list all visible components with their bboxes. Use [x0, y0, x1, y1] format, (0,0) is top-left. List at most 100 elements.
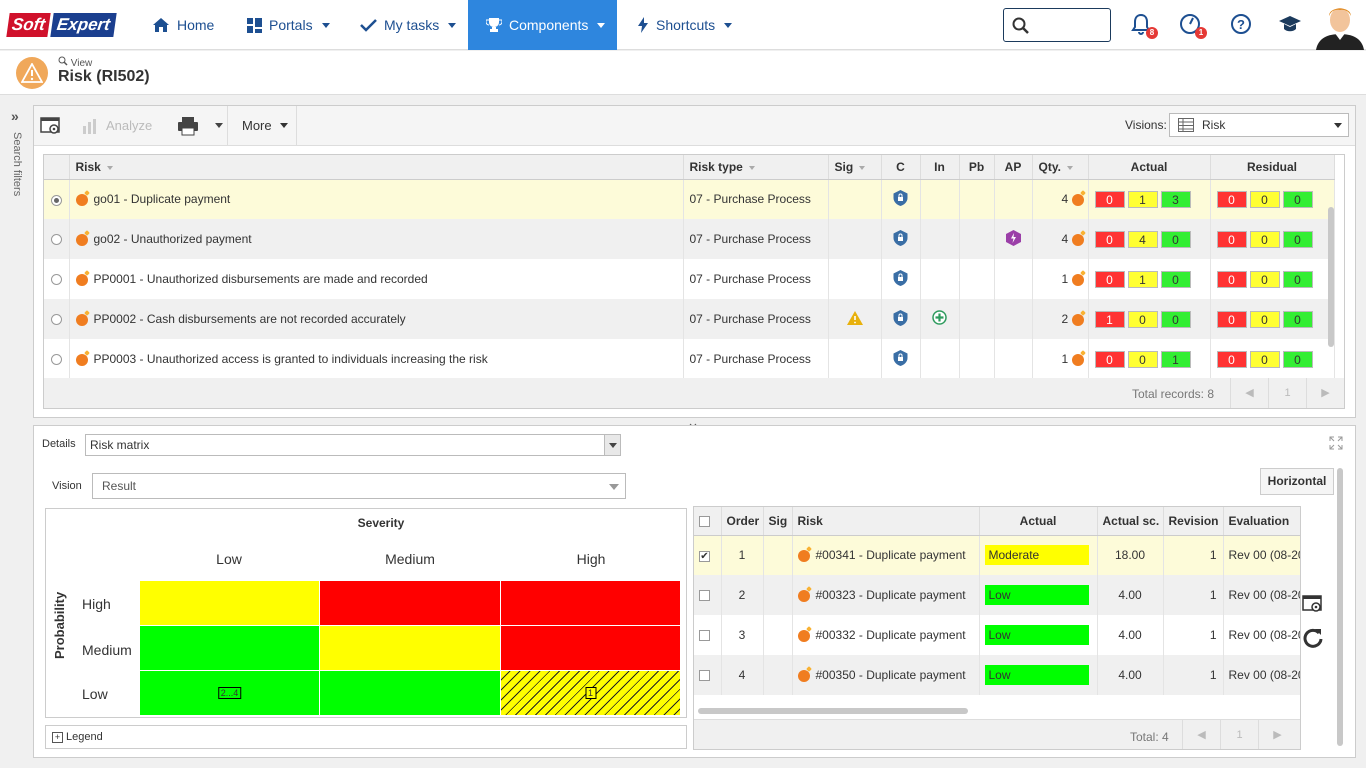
column-header-risk-type[interactable]: Risk type: [683, 155, 829, 180]
vision-select[interactable]: Result: [92, 473, 626, 499]
row-checkbox[interactable]: [699, 590, 710, 602]
visions-select[interactable]: Risk: [1169, 113, 1349, 137]
risk-cell[interactable]: #00323 - Duplicate payment: [792, 575, 980, 615]
row-radio[interactable]: [50, 194, 62, 206]
table-row[interactable]: 3 #00332 - Duplicate payment Low 4.00 1 …: [694, 615, 1300, 655]
table-row[interactable]: PP0002 - Cash disbursements are not reco…: [44, 299, 1335, 339]
row-checkbox-cell[interactable]: [694, 615, 722, 655]
column-header-c[interactable]: C: [881, 155, 921, 180]
analyze-button[interactable]: Analyze: [82, 106, 152, 145]
column-header-in[interactable]: In: [920, 155, 960, 180]
row-checkbox-cell[interactable]: [694, 575, 722, 615]
column-header-actual-score[interactable]: Actual sc.: [1097, 507, 1164, 536]
matrix-cell-high-high[interactable]: [500, 580, 681, 626]
matrix-cell-low-low[interactable]: 2...4: [139, 670, 320, 716]
column-header-pb[interactable]: Pb: [959, 155, 995, 180]
row-radio[interactable]: [50, 314, 62, 326]
column-header-actual[interactable]: Actual: [979, 507, 1098, 536]
row-select-cell[interactable]: [44, 339, 70, 379]
legend-toggle[interactable]: + Legend: [45, 725, 687, 749]
select-all-checkbox[interactable]: [699, 516, 710, 528]
help-button[interactable]: ?: [1229, 12, 1255, 38]
column-header-sig[interactable]: Sig: [828, 155, 882, 180]
risk-cell[interactable]: PP0002 - Cash disbursements are not reco…: [69, 299, 684, 339]
print-dropdown-icon[interactable]: [215, 123, 223, 128]
more-button[interactable]: More: [242, 106, 288, 145]
softexpert-logo[interactable]: Soft Expert: [6, 13, 124, 37]
matrix-count-tag[interactable]: 2...4: [217, 687, 242, 699]
table-row[interactable]: 2 #00323 - Duplicate payment Low 4.00 1 …: [694, 575, 1300, 615]
view-record-button[interactable]: [40, 106, 62, 145]
horizontal-button[interactable]: Horizontal: [1260, 468, 1334, 495]
column-header-order[interactable]: Order: [721, 507, 764, 536]
row-checkbox-cell[interactable]: ✔: [694, 535, 722, 575]
row-select-cell[interactable]: [44, 179, 70, 219]
details-scrollbar[interactable]: [1337, 468, 1343, 746]
print-button[interactable]: [177, 106, 223, 145]
next-page-button[interactable]: ▶: [1306, 378, 1344, 408]
matrix-cell-medium-low[interactable]: [139, 625, 320, 671]
row-select-cell[interactable]: [44, 299, 70, 339]
prev-page-button[interactable]: ◀: [1230, 378, 1268, 408]
column-header-residual[interactable]: Residual: [1210, 155, 1335, 180]
row-radio[interactable]: [50, 354, 62, 366]
learning-button[interactable]: [1278, 12, 1304, 38]
expand-sidebar-icon[interactable]: »: [11, 108, 19, 124]
nav-my-tasks[interactable]: My tasks: [360, 0, 457, 50]
column-header-sig[interactable]: Sig: [763, 507, 793, 536]
column-header-evaluation[interactable]: Evaluation: [1223, 507, 1300, 536]
dropdown-arrow-icon[interactable]: [604, 435, 620, 455]
panel-splitter[interactable]: [678, 418, 708, 428]
nav-home[interactable]: Home: [152, 0, 214, 50]
refresh-button[interactable]: [1302, 627, 1332, 652]
page-number[interactable]: 1: [1220, 720, 1258, 749]
matrix-cell-low-high[interactable]: 1: [500, 670, 681, 716]
column-header-qty[interactable]: Qty.: [1032, 155, 1089, 180]
row-checkbox[interactable]: [699, 670, 710, 682]
table-row[interactable]: 4 #00350 - Duplicate payment Low 4.00 1 …: [694, 655, 1300, 695]
notifications-button[interactable]: 8: [1129, 12, 1158, 39]
view-record-button[interactable]: [1302, 594, 1332, 617]
column-header-risk[interactable]: Risk: [792, 507, 980, 536]
matrix-cell-high-medium[interactable]: [319, 580, 501, 626]
maximize-button[interactable]: [1329, 436, 1343, 453]
pending-tasks-button[interactable]: 1: [1178, 12, 1207, 39]
table-row[interactable]: PP0001 - Unauthorized disbursements are …: [44, 259, 1335, 299]
row-checkbox[interactable]: [699, 630, 710, 642]
details-select[interactable]: Risk matrix: [85, 434, 621, 456]
horizontal-scrollbar[interactable]: [698, 708, 968, 714]
search-filters-sidebar[interactable]: » Search filters: [0, 96, 32, 768]
risk-cell[interactable]: go01 - Duplicate payment: [69, 179, 684, 219]
risk-cell[interactable]: PP0001 - Unauthorized disbursements are …: [69, 259, 684, 299]
row-select-cell[interactable]: [44, 219, 70, 259]
nav-components[interactable]: Components: [468, 0, 617, 50]
nav-portals[interactable]: Portals: [247, 0, 330, 50]
row-radio[interactable]: [50, 274, 62, 286]
prev-page-button[interactable]: ◀: [1182, 720, 1220, 749]
matrix-cell-low-medium[interactable]: [319, 670, 501, 716]
row-radio[interactable]: [50, 234, 62, 246]
risk-cell[interactable]: #00332 - Duplicate payment: [792, 615, 980, 655]
table-row[interactable]: ✔ 1 #00341 - Duplicate payment Moderate …: [694, 535, 1300, 575]
risk-cell[interactable]: PP0003 - Unauthorized access is granted …: [69, 339, 684, 379]
column-header-risk[interactable]: Risk: [69, 155, 684, 180]
row-checkbox-cell[interactable]: [694, 655, 722, 695]
table-row[interactable]: go02 - Unauthorized payment 07 - Purchas…: [44, 219, 1335, 259]
select-all-checkbox-cell[interactable]: [694, 507, 722, 536]
nav-shortcuts[interactable]: Shortcuts: [637, 0, 733, 50]
row-checkbox[interactable]: ✔: [699, 550, 710, 562]
matrix-cell-medium-medium[interactable]: [319, 625, 501, 671]
risk-cell[interactable]: go02 - Unauthorized payment: [69, 219, 684, 259]
risk-cell[interactable]: #00341 - Duplicate payment: [792, 535, 980, 575]
grid-scrollbar[interactable]: [1328, 207, 1334, 347]
row-select-cell[interactable]: [44, 259, 70, 299]
table-row[interactable]: go01 - Duplicate payment 07 - Purchase P…: [44, 179, 1335, 219]
column-header-actual[interactable]: Actual: [1088, 155, 1211, 180]
column-header-ap[interactable]: AP: [994, 155, 1033, 180]
risk-cell[interactable]: #00350 - Duplicate payment: [792, 655, 980, 695]
global-search-input[interactable]: [1003, 8, 1111, 42]
page-number[interactable]: 1: [1268, 378, 1306, 408]
next-page-button[interactable]: ▶: [1258, 720, 1296, 749]
matrix-count-tag[interactable]: 1: [584, 687, 597, 699]
user-avatar[interactable]: [1314, 0, 1366, 50]
